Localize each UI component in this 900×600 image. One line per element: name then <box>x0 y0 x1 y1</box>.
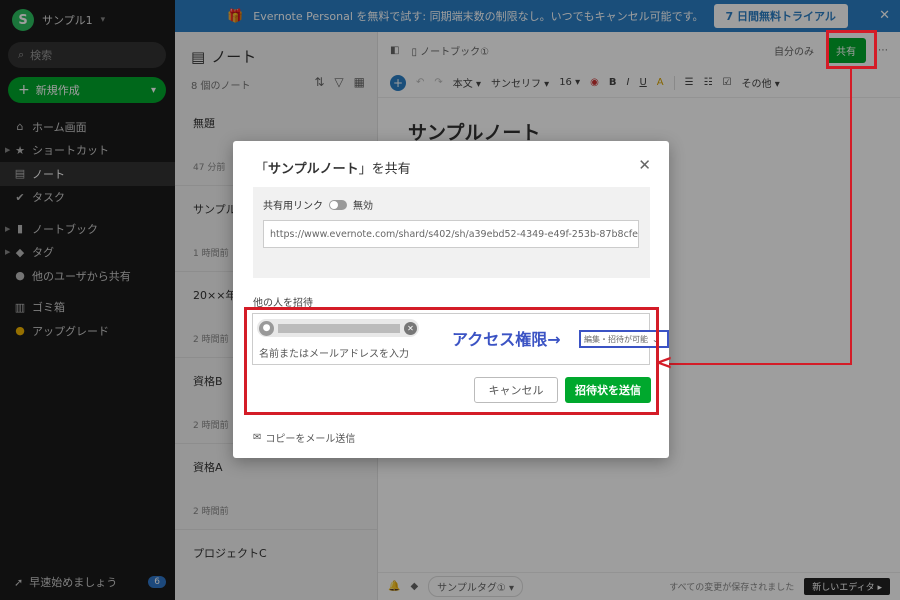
share-link-state: 無効 <box>353 201 373 212</box>
annotation-line <box>662 363 852 365</box>
annotation-box-invite <box>244 307 659 415</box>
share-link-row: 共有用リンク 無効 <box>263 197 373 212</box>
dialog-title-suffix: 」を共有 <box>358 162 411 177</box>
dialog-title-prefix: 「 <box>255 162 269 177</box>
share-link-section: 共有用リンク 無効 https://www.evernote.com/shard… <box>253 187 650 278</box>
share-link-label: 共有用リンク <box>263 201 323 212</box>
close-icon[interactable]: ✕ <box>638 156 651 174</box>
annotation-line <box>850 69 852 365</box>
copy-mail-link[interactable]: ✉ コピーをメール送信 <box>253 430 355 445</box>
copy-mail-label: コピーをメール送信 <box>265 434 356 445</box>
dialog-title-note: サンプルノート <box>268 162 359 177</box>
mail-icon: ✉ <box>253 432 262 443</box>
annotation-box-share <box>826 30 877 69</box>
share-url-field[interactable]: https://www.evernote.com/shard/s402/sh/a… <box>263 220 639 248</box>
annotation-arrowhead: < <box>656 350 673 374</box>
dialog-title: 「サンプルノート」を共有 <box>255 158 411 177</box>
share-link-toggle[interactable] <box>329 199 347 210</box>
